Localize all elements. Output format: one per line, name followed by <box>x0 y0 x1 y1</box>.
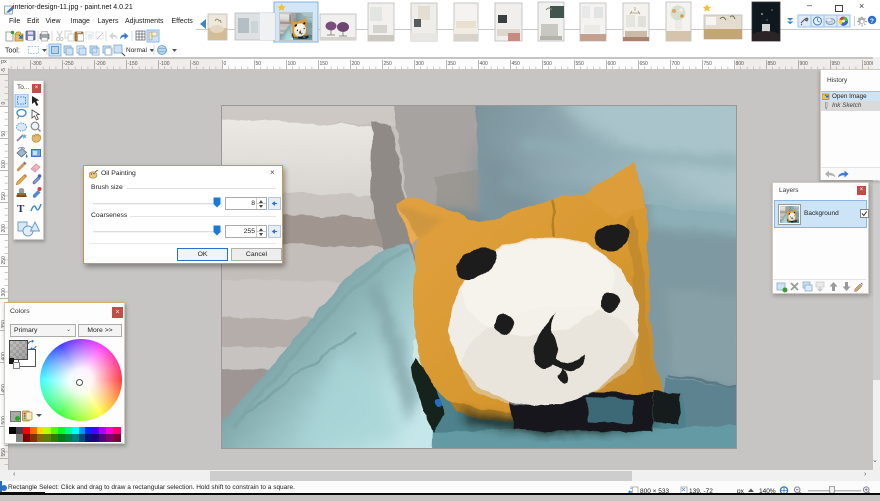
svg-text:-250: -250 <box>64 61 74 67</box>
svg-text:250: 250 <box>1 256 7 265</box>
svg-text:-300: -300 <box>32 61 42 67</box>
svg-text:200: 200 <box>352 61 361 67</box>
svg-text:-50: -50 <box>1 68 7 73</box>
svg-text:100: 100 <box>1 160 7 169</box>
svg-text:150: 150 <box>320 61 329 67</box>
svg-text:550: 550 <box>1 448 7 457</box>
svg-text:800: 800 <box>736 61 745 67</box>
svg-text:700: 700 <box>672 61 681 67</box>
svg-text:350: 350 <box>448 61 457 67</box>
svg-text:100: 100 <box>288 61 297 67</box>
svg-text:250: 250 <box>384 61 393 67</box>
svg-text:?: ? <box>870 18 874 25</box>
svg-text:950: 950 <box>832 61 841 67</box>
svg-text:-150: -150 <box>128 61 138 67</box>
svg-text:850: 850 <box>768 61 777 67</box>
svg-text:400: 400 <box>480 61 489 67</box>
svg-text:Normal: Normal <box>126 47 148 54</box>
svg-text:600: 600 <box>608 61 617 67</box>
svg-text:300: 300 <box>416 61 425 67</box>
svg-text:450: 450 <box>512 61 521 67</box>
svg-text:150: 150 <box>1 192 7 201</box>
svg-text:T: T <box>17 203 25 215</box>
svg-text:50: 50 <box>1 131 7 137</box>
svg-text:-50: -50 <box>192 61 199 67</box>
svg-text:500: 500 <box>544 61 553 67</box>
svg-text:-200: -200 <box>96 61 106 67</box>
svg-text:0: 0 <box>224 61 227 67</box>
svg-text:750: 750 <box>704 61 713 67</box>
svg-text:0: 0 <box>1 102 7 105</box>
svg-text:50: 50 <box>256 61 262 67</box>
svg-text:300: 300 <box>1 288 7 297</box>
svg-text:650: 650 <box>640 61 649 67</box>
svg-text:200: 200 <box>1 224 7 233</box>
svg-text:Tool:: Tool: <box>5 48 20 55</box>
svg-text:-100: -100 <box>160 61 170 67</box>
svg-text:900: 900 <box>800 61 809 67</box>
svg-text:550: 550 <box>576 61 585 67</box>
